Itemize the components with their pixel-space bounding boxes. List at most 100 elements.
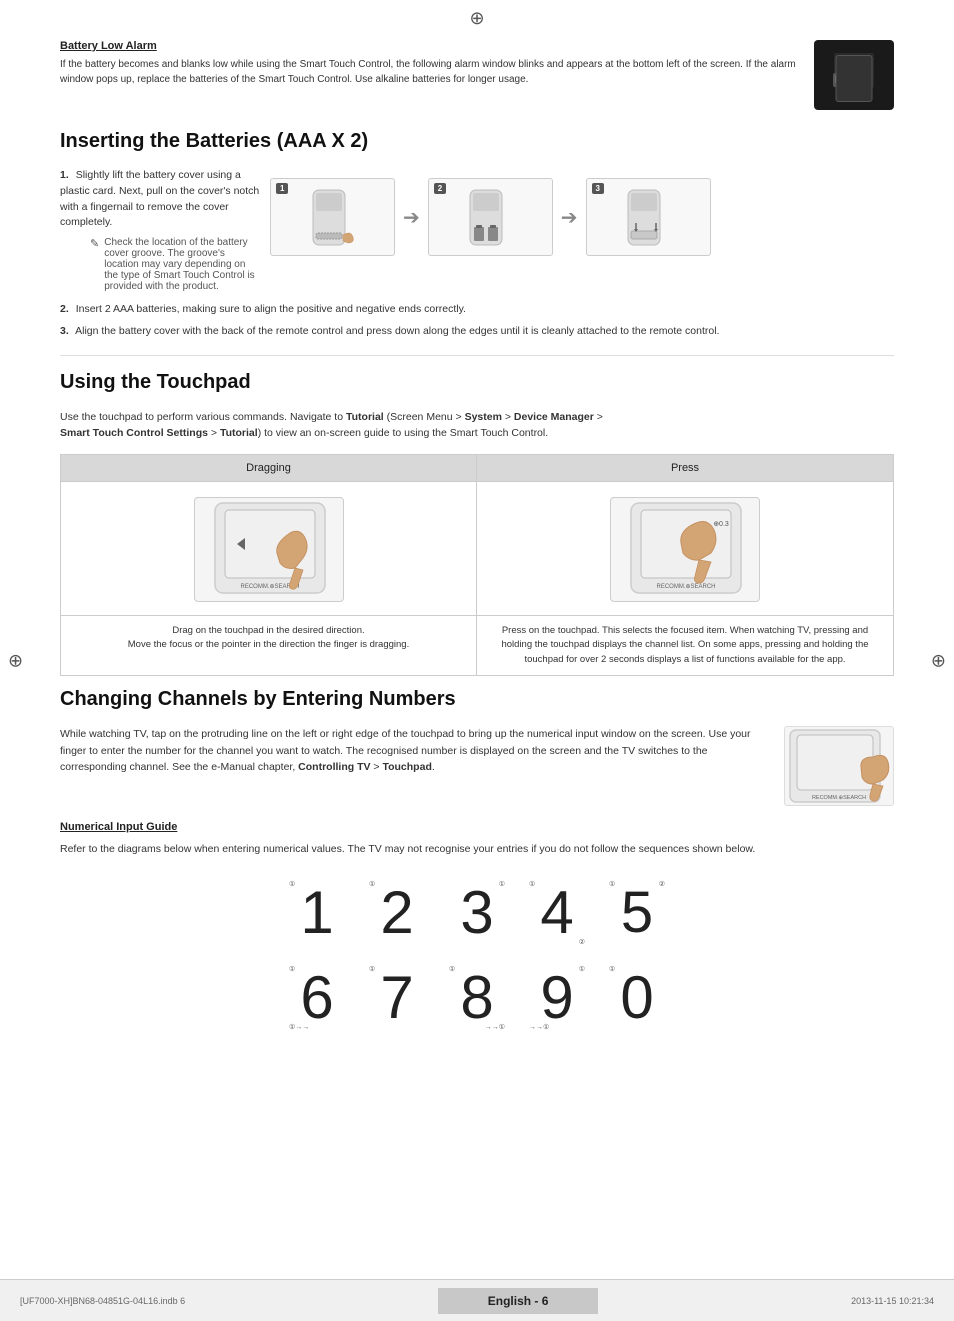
step1-text: 1. Slightly lift the battery cover using… (60, 168, 260, 292)
reg-mark-right: ⊕ (931, 650, 946, 671)
digits-row1: ① 1 ① 2 ① 3 ① ② 4 (60, 878, 894, 948)
footer-file-info: [UF7000-XH]BN68-04851G-04L16.indb 6 (20, 1296, 185, 1306)
battery-step-images: 1 ➔ 2 (270, 168, 711, 271)
num-guide-desc: Refer to the diagrams below when enterin… (60, 841, 894, 858)
battery-alarm-text: Battery Low Alarm If the battery becomes… (60, 40, 814, 87)
digit-3: ① 3 (447, 878, 507, 948)
channels-content: While watching TV, tap on the protruding… (60, 726, 894, 806)
svg-text:RECOMM.⊕SEARCH: RECOMM.⊕SEARCH (656, 584, 715, 590)
digit2-ann: ① (369, 880, 375, 888)
touchpad-heading: Using the Touchpad (60, 371, 894, 394)
step-badge-2: 2 (434, 183, 446, 194)
reg-mark-top: ⊕ (469, 8, 484, 29)
step1-note: ✎ Check the location of the battery cove… (90, 237, 260, 292)
touchpad-link-bold: Touchpad (382, 761, 431, 773)
digit4-ann-tl: ① (529, 880, 535, 888)
channels-heading: Changing Channels by Entering Numbers (60, 688, 894, 711)
battery-alarm-title: Battery Low Alarm (60, 40, 799, 52)
touchpad-table: Dragging Press RECOMM.⊕SEAR (60, 454, 894, 676)
digit6-ann-tl: ① (289, 965, 295, 973)
step3-number: 3. (60, 325, 69, 337)
digit8-ann-br: →→① (485, 1023, 505, 1031)
svg-text:⊕0.3: ⊕0.3 (713, 521, 729, 528)
channels-image: RECOMM.⊕SEARCH (784, 726, 894, 806)
digit-9: ① →→① 9 (527, 963, 587, 1033)
touchpad-col2-header: Press (477, 455, 893, 482)
step-img-1: 1 (270, 178, 395, 256)
digit9-ann-tr: ① (579, 965, 585, 973)
step1: 1. Slightly lift the battery cover using… (60, 168, 260, 231)
digits-section: ① 1 ① 2 ① 3 ① ② 4 (60, 878, 894, 1033)
digit-8: ① →→① 8 (447, 963, 507, 1033)
digit-0: ① 0 (607, 963, 667, 1033)
digit9-ann-bl: →→① (529, 1023, 549, 1031)
step1-number: 1. (60, 169, 69, 181)
touchpad-section: Using the Touchpad Use the touchpad to p… (60, 371, 894, 676)
step1-note-text: Check the location of the battery cover … (104, 237, 260, 292)
digit0-num: 0 (620, 968, 653, 1028)
digit9-num: 9 (540, 968, 573, 1028)
inserting-batteries-heading: Inserting the Batteries (AAA X 2) (60, 130, 894, 153)
digit5-num: 5 (621, 884, 653, 942)
digit-5: ① ② 5 (607, 878, 667, 948)
step1-content: Slightly lift the battery cover using a … (60, 169, 259, 228)
num-guide-title: Numerical Input Guide (60, 821, 894, 833)
step3-content: Align the battery cover with the back of… (75, 325, 719, 337)
digit1-num: 1 (300, 883, 333, 943)
channels-remote-svg: RECOMM.⊕SEARCH (785, 727, 893, 805)
step1-row: 1. Slightly lift the battery cover using… (60, 168, 894, 292)
touchpad-captions-row: Drag on the touchpad in the desired dire… (61, 616, 893, 675)
digit2-num: 2 (380, 883, 413, 943)
digit5-ann-tl: ① (609, 880, 615, 888)
digits-row2: ① ①→→ 6 ① 7 ① →→① 8 ① →→① (60, 963, 894, 1033)
page: ⊕ ⊕ ⊕ Battery Low Alarm If the battery b… (0, 0, 954, 1321)
inserting-batteries-section: Inserting the Batteries (AAA X 2) 1. Sli… (60, 130, 894, 340)
dragging-caption: Drag on the touchpad in the desired dire… (61, 616, 477, 675)
step2-content: Insert 2 AAA batteries, making sure to a… (76, 303, 466, 315)
step-badge-1: 1 (276, 183, 288, 194)
remote-step1-svg (283, 185, 383, 250)
touchpad-images-row: RECOMM.⊕SEARCH (61, 482, 893, 616)
digit7-ann: ① (369, 965, 375, 973)
reg-mark-left: ⊕ (8, 650, 23, 671)
digit-2: ① 2 (367, 878, 427, 948)
digit-7: ① 7 (367, 963, 427, 1033)
svg-text:RECOMM.⊕SEARCH: RECOMM.⊕SEARCH (812, 795, 866, 801)
step-badge-3: 3 (592, 183, 604, 194)
dragging-svg: RECOMM.⊕SEARCH (195, 498, 344, 602)
step3: 3. Align the battery cover with the back… (60, 324, 894, 340)
footer-date-info: 2013-11-15 10:21:34 (851, 1296, 934, 1306)
remote-step3-svg (598, 185, 698, 250)
device-manager-bold: Device Manager (514, 411, 594, 423)
footer-spacer (60, 1048, 894, 1108)
digit5-ann-tr: ② (659, 880, 665, 888)
dragging-device-img: RECOMM.⊕SEARCH (194, 497, 344, 602)
press-cell: RECOMM.⊕SEARCH ⊕0.3 (477, 482, 893, 616)
controlling-tv-bold: Controlling TV (298, 761, 370, 773)
digit7-num: 7 (380, 968, 413, 1028)
digit1-ann: ① (289, 880, 295, 888)
step2-number: 2. (60, 303, 69, 315)
digit3-num: 3 (460, 883, 493, 943)
digit6-ann-bl: ①→→ (289, 1023, 309, 1031)
touchpad-desc: Use the touchpad to perform various comm… (60, 409, 894, 443)
footer-page-label: English - 6 (438, 1288, 599, 1314)
step2: 2. Insert 2 AAA batteries, making sure t… (60, 302, 894, 318)
press-svg: RECOMM.⊕SEARCH ⊕0.3 (611, 498, 760, 602)
tutorial-bold: Tutorial (346, 411, 384, 423)
touchpad-col1-header: Dragging (61, 455, 477, 482)
step-img-3: 3 (586, 178, 711, 256)
channels-section: Changing Channels by Entering Numbers Wh… (60, 688, 894, 1033)
system-bold: System (465, 411, 502, 423)
digit0-ann: ① (609, 965, 615, 973)
digit6-num: 6 (300, 968, 333, 1028)
digit-4: ① ② 4 (527, 878, 587, 948)
step-arrow-2: ➔ (561, 205, 578, 230)
digit-1: ① 1 (287, 878, 347, 948)
battery-alarm-desc: If the battery becomes and blanks low wh… (60, 57, 799, 87)
note-icon: ✎ (90, 237, 99, 250)
smart-touch-bold: Smart Touch Control Settings (60, 427, 208, 439)
dragging-cell: RECOMM.⊕SEARCH (61, 482, 477, 616)
digit8-num: 8 (460, 968, 493, 1028)
touchpad-header-row: Dragging Press (61, 455, 893, 482)
